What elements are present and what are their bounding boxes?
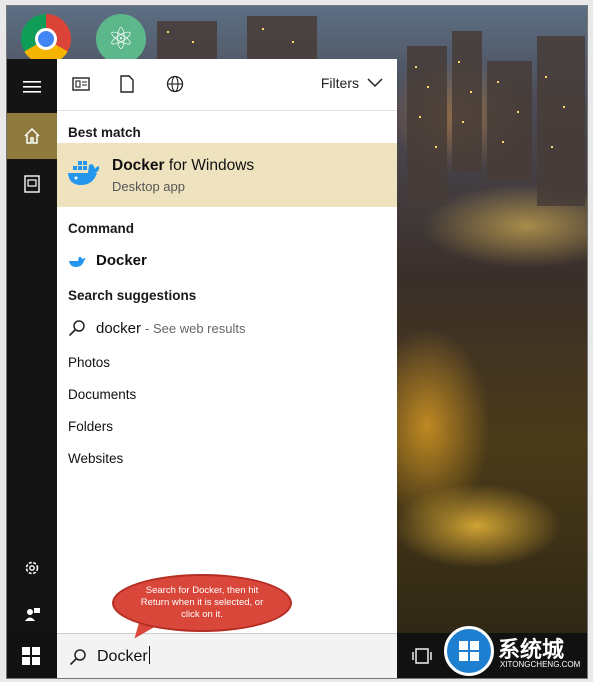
documents-icon[interactable] <box>7 161 57 207</box>
filters-button[interactable]: Filters <box>321 75 383 91</box>
search-icon <box>68 320 85 337</box>
search-results-panel: Filters Best match Docker for Windows De… <box>57 59 397 633</box>
category-folders[interactable]: Folders <box>68 419 113 434</box>
search-query-text: Docker <box>97 646 150 666</box>
command-result[interactable]: Docker <box>68 252 147 269</box>
atom-icon[interactable]: ⚛ <box>96 14 146 64</box>
best-match-heading: Best match <box>68 125 141 140</box>
user-feedback-icon[interactable] <box>7 591 57 637</box>
chrome-icon[interactable] <box>21 14 71 64</box>
result-subtitle: Desktop app <box>112 179 185 194</box>
watermark-subtext: XITONGCHENG.COM <box>500 660 581 669</box>
web-globe-icon[interactable] <box>163 72 187 96</box>
category-websites[interactable]: Websites <box>68 451 123 466</box>
task-view-icon[interactable] <box>411 646 433 666</box>
document-icon[interactable] <box>115 72 139 96</box>
text-caret <box>148 646 150 664</box>
atom-glyph: ⚛ <box>107 22 135 56</box>
command-heading: Command <box>68 221 135 236</box>
result-title-bold: Docker <box>112 157 165 174</box>
search-icon <box>69 649 86 666</box>
docker-whale-icon <box>68 161 100 185</box>
watermark-logo-icon <box>444 626 494 676</box>
chevron-down-icon <box>367 78 383 88</box>
settings-gear-icon[interactable] <box>7 545 57 591</box>
suggestion-term: docker <box>96 319 142 337</box>
result-title: Docker for Windows <box>112 157 254 175</box>
search-query-value: Docker <box>97 648 148 665</box>
screen: ⚛ Filters Best match Docker for Windows … <box>6 5 588 679</box>
start-rail <box>7 59 57 633</box>
best-match-result[interactable]: Docker for Windows Desktop app <box>57 143 397 207</box>
taskbar-search-box[interactable]: Docker <box>57 633 397 678</box>
callout-text: Search for Docker, then hit Return when … <box>140 585 264 620</box>
category-documents[interactable]: Documents <box>68 387 136 402</box>
hamburger-icon[interactable] <box>7 64 57 110</box>
suggestion-hint: - See web results <box>145 320 246 336</box>
search-suggestions-heading: Search suggestions <box>68 288 197 303</box>
category-photos[interactable]: Photos <box>68 355 110 370</box>
windows-start-icon[interactable] <box>22 647 40 665</box>
home-icon[interactable] <box>7 113 57 159</box>
web-suggestion[interactable]: docker - See web results <box>68 319 245 337</box>
result-title-rest: for Windows <box>164 157 255 174</box>
callout-bubble: Search for Docker, then hit Return when … <box>112 574 292 632</box>
site-watermark: 系统城 XITONGCHENG.COM <box>444 626 587 678</box>
docker-small-icon <box>69 256 86 267</box>
command-label: Docker <box>96 252 147 269</box>
apps-icon[interactable] <box>69 72 93 96</box>
results-toolbar: Filters <box>57 59 397 111</box>
instruction-callout: Search for Docker, then hit Return when … <box>112 574 292 646</box>
filters-label: Filters <box>320 75 359 91</box>
